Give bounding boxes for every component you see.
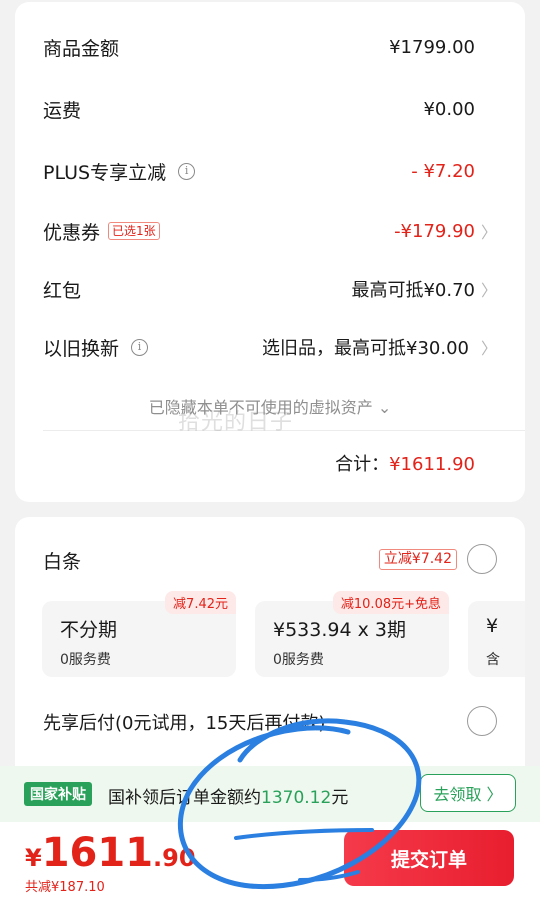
total-value: ¥1611.90 bbox=[389, 454, 475, 475]
info-icon[interactable]: i bbox=[131, 338, 149, 356]
plan-discount-badge: 减7.42元 bbox=[165, 591, 236, 614]
trade-in-label: 以旧换新 bbox=[43, 337, 120, 360]
chevron-right-icon: 〉 bbox=[480, 339, 497, 358]
checkout-bar: ¥1611.90 共减¥187.10 提交订单 bbox=[0, 822, 540, 905]
coupon-label: 优惠券 bbox=[43, 221, 101, 244]
baitiao-discount-tag: 立减¥7.42 bbox=[378, 549, 457, 570]
currency-symbol: ¥ bbox=[25, 844, 42, 872]
goods-amount-label: 商品金额 bbox=[43, 37, 120, 60]
subsidy-text: 国补领后订单金额约1370.12元 bbox=[108, 783, 348, 808]
shipping-value: ¥0.00 bbox=[423, 98, 475, 120]
plan-title: ¥533.94 x 3期 bbox=[273, 619, 406, 641]
plan-fee: 0服务费 bbox=[273, 652, 324, 668]
total-saved: 共减¥187.10 bbox=[25, 880, 105, 895]
red-packet-row[interactable]: 红包 最高可抵¥0.70 〉 bbox=[43, 274, 497, 304]
national-subsidy-bar: 国家补贴 国补领后订单金额约1370.12元 去领取 〉 bbox=[0, 766, 540, 822]
installment-plan-3[interactable]: 减10.08元+免息 ¥533.94 x 3期 0服务费 bbox=[255, 591, 449, 677]
plus-discount-label: PLUS专享立减 bbox=[43, 161, 167, 184]
red-packet-value: 最高可抵¥0.70 bbox=[351, 280, 475, 301]
subsidy-amount: 1370.12 bbox=[261, 788, 332, 808]
plan-title: ¥ bbox=[486, 615, 499, 637]
total-row: 合计：¥1611.90 bbox=[335, 450, 475, 476]
chevron-right-icon: 〉 bbox=[480, 223, 497, 242]
subsidy-text-prefix: 国补领后订单金额约 bbox=[108, 788, 261, 808]
pay-later-radio-icon[interactable] bbox=[467, 706, 497, 736]
plus-discount-row: PLUS专享立减 i - ¥7.20 bbox=[43, 156, 497, 186]
shipping-label: 运费 bbox=[43, 99, 82, 122]
trade-in-row[interactable]: 以旧换新 i 选旧品，最高可抵¥30.00 〉 bbox=[43, 332, 497, 362]
info-icon[interactable]: i bbox=[178, 162, 196, 180]
subsidy-badge: 国家补贴 bbox=[24, 782, 92, 806]
trade-in-value: 选旧品，最高可抵¥30.00 bbox=[262, 338, 469, 359]
claim-subsidy-button[interactable]: 去领取 〉 bbox=[420, 774, 516, 812]
coupon-selected-tag: 已选1张 bbox=[108, 222, 160, 240]
watermark-text: 拾光的日子 bbox=[178, 410, 294, 435]
baitiao-radio-icon[interactable] bbox=[467, 544, 497, 574]
price-decimal: .90 bbox=[153, 844, 196, 872]
goods-amount-value: ¥1799.00 bbox=[389, 36, 475, 58]
installment-plan-partial[interactable]: ¥ 含 bbox=[468, 601, 525, 677]
final-price: ¥1611.90 bbox=[25, 830, 196, 876]
subsidy-unit: 元 bbox=[331, 788, 349, 808]
coupon-value: -¥179.90 bbox=[394, 220, 475, 242]
total-label: 合计： bbox=[335, 454, 390, 475]
goods-amount-row: 商品金额 ¥1799.00 bbox=[43, 32, 497, 62]
plan-title: 不分期 bbox=[60, 619, 118, 641]
plus-discount-value: - ¥7.20 bbox=[411, 160, 475, 182]
baitiao-label: 白条 bbox=[43, 551, 82, 573]
plan-fee: 0服务费 bbox=[60, 652, 111, 668]
shipping-row: 运费 ¥0.00 bbox=[43, 94, 497, 124]
installment-plan-none[interactable]: 减7.42元 不分期 0服务费 bbox=[42, 591, 236, 677]
coupon-row[interactable]: 优惠券 已选1张 -¥179.90 〉 bbox=[43, 216, 497, 246]
price-integer: 1611 bbox=[41, 830, 154, 876]
plan-fee: 含 bbox=[486, 652, 500, 668]
chevron-right-icon: 〉 bbox=[480, 281, 497, 300]
submit-order-button[interactable]: 提交订单 bbox=[344, 830, 514, 886]
plan-discount-badge: 减10.08元+免息 bbox=[332, 591, 449, 614]
red-packet-label: 红包 bbox=[43, 279, 82, 302]
pay-later-label: 先享后付(0元试用，15天后再付款) bbox=[43, 713, 326, 734]
